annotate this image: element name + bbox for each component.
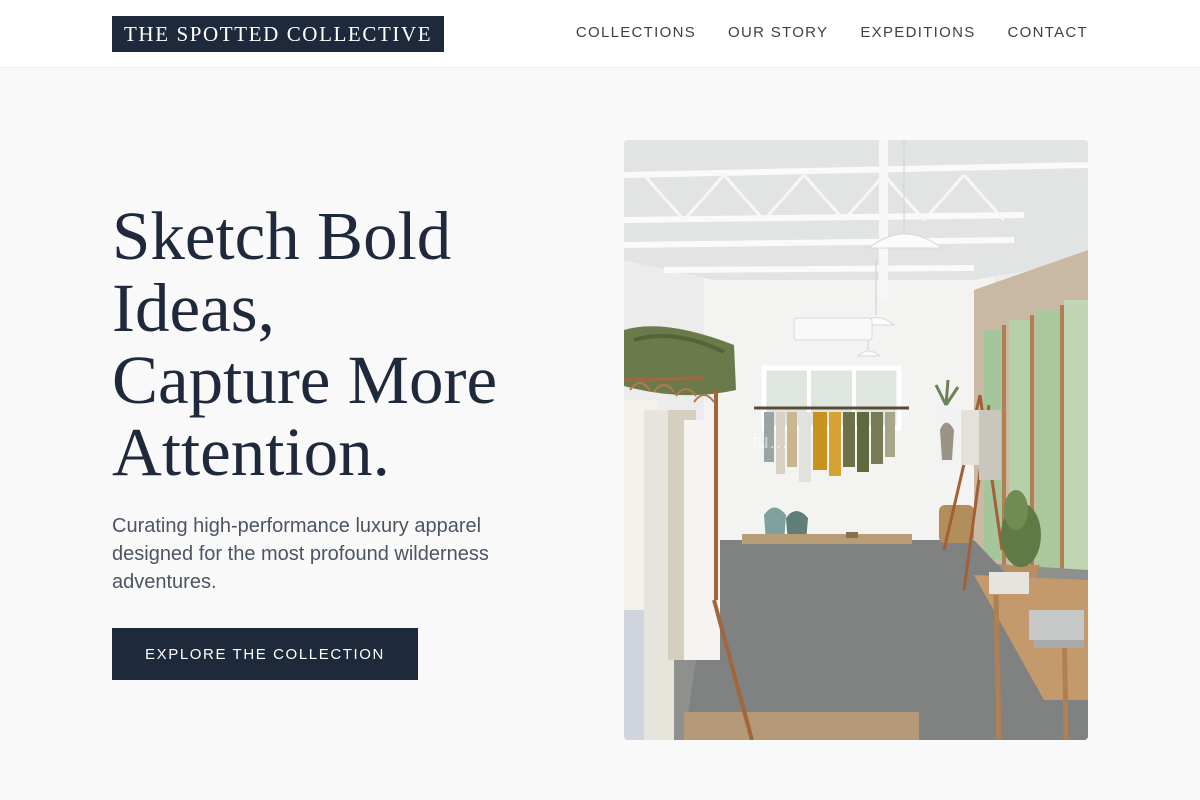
hero-title-line: Capture More — [112, 342, 498, 418]
site-header: THE SPOTTED COLLECTIVE COLLECTIONS OUR S… — [0, 0, 1200, 68]
nav-link-contact[interactable]: CONTACT — [1008, 22, 1088, 44]
nav-link-our-story[interactable]: OUR STORY — [728, 22, 828, 44]
nav-link-collections[interactable]: COLLECTIONS — [576, 22, 696, 44]
hero-store-image: fu… — [624, 140, 1088, 740]
hero-title-line: Attention. — [112, 414, 390, 490]
brand-logo[interactable]: THE SPOTTED COLLECTIVE — [112, 16, 445, 52]
main-nav: COLLECTIONS OUR STORY EXPEDITIONS CONTAC… — [576, 22, 1088, 44]
image-watermark: fu… — [752, 431, 789, 453]
explore-collection-button[interactable]: EXPLORE THE COLLECTION — [112, 628, 418, 680]
hero-title: Sketch Bold Ideas, Capture More Attentio… — [112, 200, 592, 488]
hero-subtitle: Curating high-performance luxury apparel… — [112, 515, 489, 593]
nav-link-expeditions[interactable]: EXPEDITIONS — [860, 22, 975, 44]
hero-title-line: Sketch Bold — [112, 198, 452, 274]
hero-title-line: Ideas, — [112, 270, 275, 346]
